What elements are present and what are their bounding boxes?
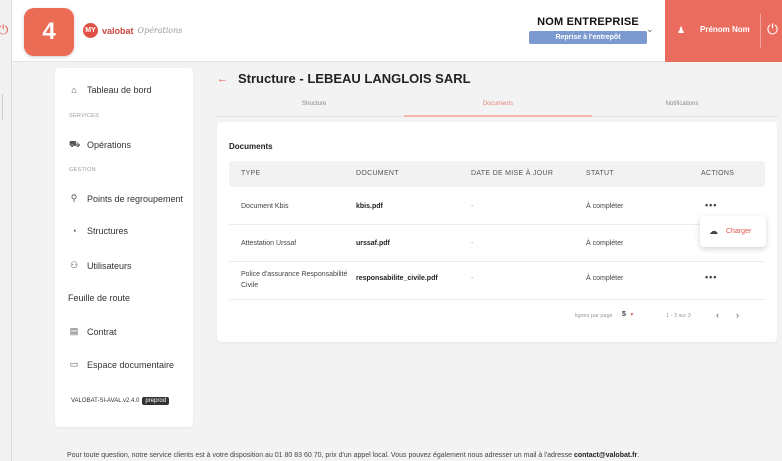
sidebar-item-label: Espace documentaire <box>87 359 175 370</box>
sidebar-section-services: SERVICES <box>69 113 100 119</box>
cell-document[interactable]: urssaf.pdf <box>356 240 390 247</box>
sidebar-item-operations[interactable]: ⛟ Opérations <box>69 139 131 151</box>
cell-type: Police d'assurance Responsabilité Civile <box>241 271 348 289</box>
tab-notifications[interactable]: Notifications <box>588 101 776 107</box>
user-menu[interactable]: ♟ Prénom Nom ⏻ <box>665 0 782 62</box>
chevron-down-icon: ▾ <box>627 312 634 318</box>
footer-email-link[interactable]: contact@valobat.fr <box>574 452 637 459</box>
cloud-upload-icon: ☁ <box>709 226 718 236</box>
footer-message: Pour toute question, notre service clien… <box>67 452 574 459</box>
sidebar-item-points[interactable]: ⚲ Points de regroupement <box>69 193 183 204</box>
cell-date: - <box>471 240 474 247</box>
column-header: TYPE <box>241 170 261 177</box>
column-header: DOCUMENT <box>356 170 399 177</box>
rows-per-page-label: lignes par page <box>575 313 613 319</box>
user-name: Prénom Nom <box>700 25 750 34</box>
reprise-badge[interactable]: Reprise à l'entrepôt <box>529 31 647 44</box>
tab-bar: Structure Documents Notifications <box>216 97 778 117</box>
sidebar: ⌂ Tableau de bord SERVICES ⛟ Opérations … <box>55 68 193 427</box>
app-main: 4 MY valobat Opérations NOM ENTREPRISE R… <box>12 0 782 461</box>
cell-date: - <box>471 203 474 210</box>
company-name: NOM ENTREPRISE <box>537 16 639 28</box>
footer-end: . <box>637 452 640 459</box>
rows-per-page-value: 5 <box>622 311 626 318</box>
step-badge: 4 <box>24 8 74 56</box>
sidebar-item-label: Points de regroupement <box>87 193 184 204</box>
column-header: ACTIONS <box>701 170 735 177</box>
user-icon: ♟ <box>677 25 686 35</box>
company-selector[interactable]: NOM ENTREPRISE Reprise à l'entrepôt <box>529 16 647 44</box>
sidebar-item-users[interactable]: ⚇ Utilisateurs <box>69 260 132 271</box>
more-actions-icon[interactable]: ••• <box>705 200 717 210</box>
brand-script: Opérations <box>137 26 183 35</box>
cell-status: À compléter <box>586 203 624 210</box>
table-row: Police d'assurance Responsabilité Civile… <box>229 262 765 300</box>
logout-power-icon[interactable]: ⏻ <box>767 21 778 38</box>
more-actions-icon[interactable]: ••• <box>705 272 717 282</box>
sidebar-item-structures[interactable]: ◔ Structures <box>69 226 128 236</box>
structure-icon: ◔ <box>71 226 77 236</box>
page-title: Structure - LEBEAU LANGLOIS SARL <box>238 71 471 86</box>
card-title: Documents <box>229 142 273 151</box>
brand-logo[interactable]: MY valobat Opérations <box>83 23 182 38</box>
left-edge-strip: ⏻ <box>0 0 12 461</box>
top-bar: 4 MY valobat Opérations NOM ENTREPRISE R… <box>12 0 782 62</box>
page-header: ← Structure - LEBEAU LANGLOIS SARL <box>217 71 471 86</box>
truck-icon: ⛟ <box>69 139 81 149</box>
documents-card: Documents TYPE DOCUMENT DATE DE MISE À J… <box>217 122 777 342</box>
table-row: Attestation Urssaf urssaf.pdf - À complé… <box>229 225 765 262</box>
active-tab-indicator <box>404 115 592 117</box>
edge-divider <box>2 94 10 120</box>
logo-mark-icon: MY <box>83 23 98 38</box>
upload-label[interactable]: Charger <box>726 228 751 235</box>
tab-structure[interactable]: Structure <box>220 101 408 107</box>
back-arrow-icon[interactable]: ← <box>217 73 228 85</box>
home-icon: ⌂ <box>71 85 77 95</box>
next-page-icon[interactable]: › <box>736 310 739 320</box>
cell-type: Attestation Urssaf <box>241 240 297 247</box>
power-icon[interactable]: ⏻ <box>0 22 12 38</box>
sidebar-item-label: Opérations <box>87 140 132 150</box>
sidebar-item-label: Utilisateurs <box>87 260 132 271</box>
users-icon: ⚇ <box>69 260 79 270</box>
cell-document[interactable]: responsabilite_civile.pdf <box>356 275 438 282</box>
pagination-range: 1 - 3 sur 3 <box>666 313 691 319</box>
sidebar-section-gestion: GESTION <box>69 167 96 173</box>
cell-document[interactable]: kbis.pdf <box>356 203 383 210</box>
sidebar-item-documents-space[interactable]: ▭ Espace documentaire <box>69 359 174 370</box>
brand-name: valobat <box>102 25 134 36</box>
user-separator <box>760 14 761 48</box>
folder-icon: ▭ <box>69 359 79 369</box>
chevron-down-icon[interactable]: ⌄ <box>646 24 654 35</box>
sidebar-item-roadmap[interactable]: Feuille de route <box>68 293 130 303</box>
app-version: VALOBAT-SI-AVAL v2.4.0 preprod <box>71 397 170 405</box>
table-row: Document Kbis kbis.pdf - À compléter ••• <box>229 188 765 225</box>
column-header: STATUT <box>586 170 614 177</box>
table-header: TYPE DOCUMENT DATE DE MISE À JOUR STATUT… <box>229 161 765 187</box>
env-badge: preprod <box>142 397 170 405</box>
cell-date: - <box>471 275 474 282</box>
cell-type: Document Kbis <box>241 203 289 210</box>
column-header: DATE DE MISE À JOUR <box>471 170 554 177</box>
sidebar-item-dashboard[interactable]: ⌂ Tableau de bord <box>69 85 152 95</box>
cell-status: À compléter <box>586 240 624 247</box>
cell-status: À compléter <box>586 275 624 282</box>
sidebar-item-label: Tableau de bord <box>87 85 152 95</box>
version-label: VALOBAT-SI-AVAL v2.4.0 <box>71 398 140 404</box>
footer-text: Pour toute question, notre service clien… <box>67 452 639 459</box>
upload-popover[interactable]: ☁ Charger <box>700 216 766 247</box>
tab-documents[interactable]: Documents <box>404 101 592 107</box>
contract-icon: ▤ <box>69 326 79 336</box>
rows-per-page-select[interactable]: 5 ▾ <box>622 311 633 318</box>
sidebar-item-label: Contrat <box>87 326 117 337</box>
map-pin-icon: ⚲ <box>70 193 78 203</box>
sidebar-item-label: Structures <box>87 226 129 236</box>
sidebar-item-contract[interactable]: ▤ Contrat <box>69 326 117 337</box>
prev-page-icon[interactable]: ‹ <box>716 310 719 320</box>
